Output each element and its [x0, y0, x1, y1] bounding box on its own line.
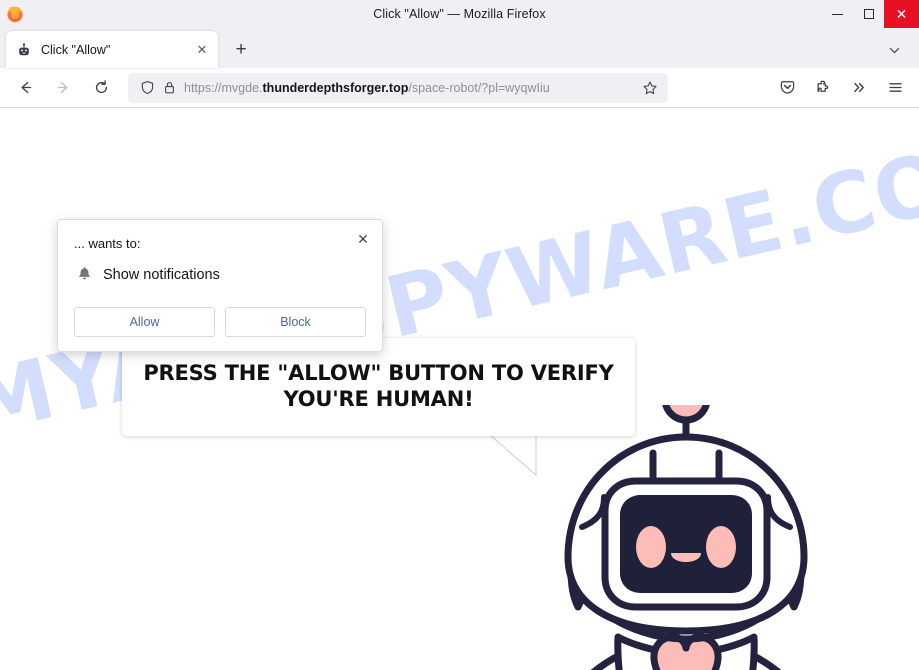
tab-close-icon[interactable]: ✕: [192, 40, 212, 60]
url-host: thunderdepthsforger.top: [262, 80, 409, 95]
bubble-line-1: PRESS THE "ALLOW" BUTTON TO VERIFY: [143, 361, 614, 386]
firefox-logo-icon: [4, 3, 26, 25]
close-icon[interactable]: ✕: [884, 0, 919, 28]
popup-actions: Allow Block: [74, 307, 366, 337]
bubble-message: PRESS THE "ALLOW" BUTTON TO VERIFY YOU'R…: [143, 361, 614, 412]
chevron-down-icon[interactable]: [881, 37, 907, 63]
url-prefix: https://mvgde.: [184, 80, 263, 95]
tab-strip: Click "Allow" ✕ +: [0, 28, 919, 68]
shield-icon[interactable]: [136, 77, 158, 99]
url-bar[interactable]: https://mvgde.thunderdepthsforger.top/sp…: [128, 72, 668, 103]
hamburger-menu-icon[interactable]: [879, 72, 911, 104]
navigation-toolbar: https://mvgde.thunderdepthsforger.top/sp…: [0, 68, 919, 108]
arrow-right-icon[interactable]: [47, 72, 79, 104]
maximize-icon[interactable]: [853, 0, 884, 28]
window-titlebar: Click "Allow" — Mozilla Firefox ✕: [0, 0, 919, 28]
block-button[interactable]: Block: [225, 307, 366, 337]
extensions-puzzle-icon[interactable]: [807, 72, 839, 104]
bubble-line-2: YOU'RE HUMAN!: [283, 387, 474, 411]
url-path: /space-robot/?pl=wyqwIiu: [408, 80, 550, 95]
toolbar-right-group: [769, 72, 913, 104]
bell-icon: [74, 265, 94, 285]
minimize-icon[interactable]: [822, 0, 853, 28]
arrow-left-icon[interactable]: [9, 72, 41, 104]
browser-window: Click "Allow" — Mozilla Firefox ✕ Click …: [0, 0, 919, 670]
browser-tab[interactable]: Click "Allow" ✕: [6, 31, 218, 68]
overflow-chevrons-icon[interactable]: [843, 72, 875, 104]
robot-favicon-icon: [16, 42, 32, 58]
window-controls: ✕: [822, 0, 919, 28]
page-viewport: MYANTISPYWARE.COM PRESS THE "ALLOW" BUTT…: [0, 108, 919, 670]
close-icon[interactable]: ✕: [352, 228, 374, 250]
notification-permission-popup: ✕ ... wants to: Show notifications Allow…: [57, 219, 383, 352]
plus-icon[interactable]: +: [226, 35, 256, 65]
star-icon[interactable]: [638, 76, 662, 100]
permission-label: Show notifications: [103, 267, 220, 283]
pocket-icon[interactable]: [771, 72, 803, 104]
url-text[interactable]: https://mvgde.thunderdepthsforger.top/sp…: [184, 81, 638, 95]
popup-origin-text: ... wants to:: [74, 236, 141, 251]
reload-icon[interactable]: [85, 72, 117, 104]
tab-title: Click "Allow": [41, 42, 111, 57]
window-title: Click "Allow" — Mozilla Firefox: [373, 7, 546, 21]
allow-button[interactable]: Allow: [74, 307, 215, 337]
permission-row: Show notifications: [74, 265, 366, 285]
speech-bubble-tail: [490, 435, 540, 477]
space-robot-illustration: [548, 405, 833, 670]
lock-icon[interactable]: [158, 77, 180, 99]
